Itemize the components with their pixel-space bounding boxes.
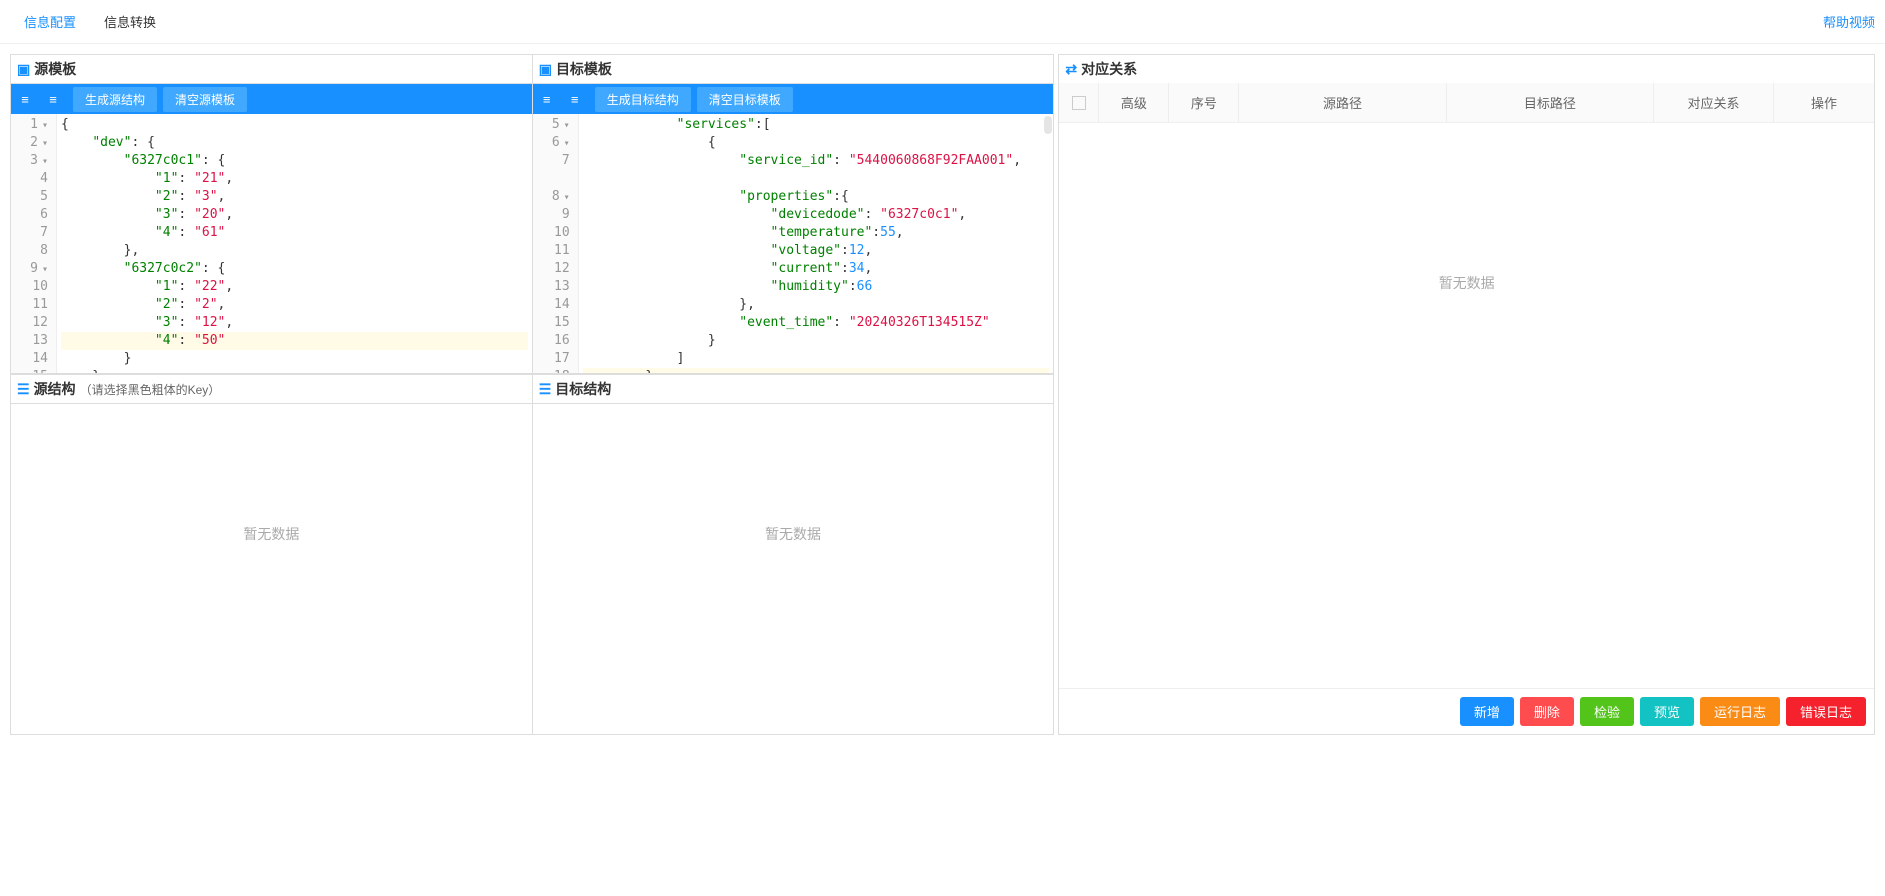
source-editor[interactable]: 1 ▾2 ▾3 ▾456789 ▾1011121314151617 { "dev…	[11, 114, 532, 374]
col-target-path: 目标路径	[1447, 83, 1654, 122]
col-seq: 序号	[1169, 83, 1239, 122]
delete-button[interactable]: 删除	[1520, 697, 1574, 726]
template-icon: ▣	[17, 61, 30, 78]
source-structure-panel: ☰ 源结构 （请选择黑色粗体的Key） 暂无数据	[10, 374, 533, 735]
source-structure-hint: （请选择黑色粗体的Key）	[80, 381, 221, 398]
errlog-button[interactable]: 错误日志	[1786, 697, 1866, 726]
col-source-path: 源路径	[1239, 83, 1446, 122]
template-icon: ▣	[539, 61, 552, 78]
help-video-link[interactable]: 帮助视频	[1823, 12, 1875, 31]
target-editor[interactable]: 5 ▾6 ▾7 8 ▾91011121314151617181920 "serv…	[533, 114, 1054, 374]
gen-source-struct-button[interactable]: 生成源结构	[73, 87, 157, 112]
indent-left-icon[interactable]: ≡	[11, 84, 39, 114]
link-icon: ⇄	[1065, 61, 1077, 78]
check-button[interactable]: 检验	[1580, 697, 1634, 726]
target-structure-empty: 暂无数据	[533, 404, 1054, 734]
add-button[interactable]: 新增	[1460, 697, 1514, 726]
target-template-title: 目标模板	[556, 59, 612, 79]
source-structure-title: 源结构	[34, 379, 76, 399]
target-toolbar: ≡ ≡ 生成目标结构 清空目标模板	[533, 84, 1054, 114]
footer-buttons: 新增 删除 检验 预览 运行日志 错误日志	[1059, 688, 1874, 734]
tree-icon: ☰	[539, 381, 552, 398]
mapping-panel: ⇄ 对应关系 高级 序号 源路径 目标路径 对应关系 操作 暂无数据 新增 删除…	[1058, 54, 1875, 735]
source-template-panel: ▣ 源模板 ≡ ≡ 生成源结构 清空源模板 1 ▾2 ▾3 ▾456789 ▾1…	[10, 54, 533, 375]
tab-info-transform[interactable]: 信息转换	[90, 8, 170, 35]
source-template-title: 源模板	[34, 59, 76, 79]
col-relation: 对应关系	[1654, 83, 1774, 122]
indent-right-icon[interactable]: ≡	[561, 84, 589, 114]
source-structure-empty: 暂无数据	[11, 404, 532, 734]
tab-info-config[interactable]: 信息配置	[10, 8, 90, 35]
indent-left-icon[interactable]: ≡	[533, 84, 561, 114]
select-all-checkbox[interactable]	[1072, 96, 1086, 110]
mapping-empty: 暂无数据	[1059, 123, 1874, 443]
target-structure-panel: ☰ 目标结构 暂无数据	[533, 374, 1055, 735]
preview-button[interactable]: 预览	[1640, 697, 1694, 726]
runlog-button[interactable]: 运行日志	[1700, 697, 1780, 726]
clear-target-template-button[interactable]: 清空目标模板	[697, 87, 793, 112]
target-template-panel: ▣ 目标模板 ≡ ≡ 生成目标结构 清空目标模板 5 ▾6 ▾7 8 ▾9101…	[533, 54, 1055, 375]
indent-right-icon[interactable]: ≡	[39, 84, 67, 114]
top-tabs: 信息配置 信息转换 帮助视频	[0, 0, 1885, 44]
gen-target-struct-button[interactable]: 生成目标结构	[595, 87, 691, 112]
clear-source-template-button[interactable]: 清空源模板	[163, 87, 247, 112]
mapping-table-header: 高级 序号 源路径 目标路径 对应关系 操作	[1059, 83, 1874, 122]
col-operation: 操作	[1774, 83, 1874, 122]
source-toolbar: ≡ ≡ 生成源结构 清空源模板	[11, 84, 532, 114]
mapping-title: 对应关系	[1081, 59, 1137, 79]
scrollbar[interactable]	[1044, 116, 1052, 134]
col-advanced: 高级	[1099, 83, 1169, 122]
tree-icon: ☰	[17, 381, 30, 398]
target-structure-title: 目标结构	[555, 379, 611, 399]
